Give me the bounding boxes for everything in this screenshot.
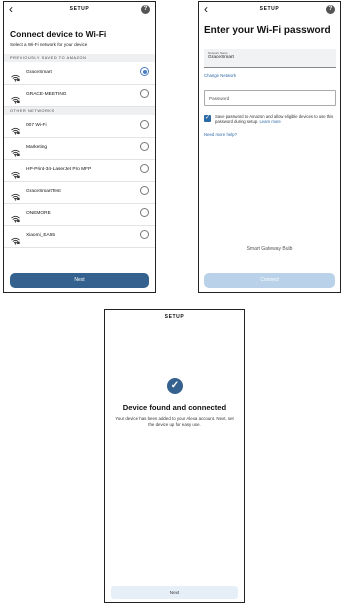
wifi-password-screen: ‹ SETUP ? Enter your Wi-Fi password Netw… (198, 1, 341, 293)
device-name: Smart Gateway Bulb (246, 246, 293, 252)
page-title: Device found and connected (122, 403, 227, 412)
network-radio-button[interactable] (140, 230, 149, 239)
header-title: SETUP (164, 314, 185, 320)
page-body: Your device has been added to your Alexa… (115, 416, 234, 427)
saved-networks-header: PREVIOUSLY SAVED TO AMAZON (4, 54, 155, 62)
network-radio-button[interactable] (140, 208, 149, 217)
page-title: Enter your Wi-Fi password (204, 25, 331, 36)
need-help-link[interactable]: Need more help? (204, 132, 237, 137)
help-icon[interactable]: ? (141, 5, 150, 14)
network-list-item[interactable]: GraceSmart (4, 62, 155, 85)
wifi-lock-icon (11, 91, 20, 104)
wifi-lock-icon (11, 69, 20, 82)
network-name: Xiaomi_EA55 (26, 233, 56, 238)
network-name: GraceSmart (26, 70, 52, 75)
network-name: Marketing (26, 145, 48, 150)
password-placeholder: Password (209, 96, 230, 101)
network-name-field: Network Name GraceSmart (204, 49, 336, 68)
network-list-item[interactable]: HP-Print-34-LaserJet Pro MFP (4, 159, 155, 182)
page-title: Connect device to Wi-Fi (10, 29, 107, 39)
header-title: SETUP (259, 6, 280, 12)
network-radio-button[interactable] (140, 89, 149, 98)
header-title: SETUP (69, 6, 90, 12)
change-network-link[interactable]: Change Network (204, 73, 236, 78)
network-name: 007 Wi-Fi (26, 123, 47, 128)
other-networks-header: OTHER NETWORKS (4, 107, 155, 115)
network-list-item[interactable]: GraceSmartTest (4, 181, 155, 204)
network-radio-button[interactable] (140, 164, 149, 173)
network-list-item[interactable]: 007 Wi-Fi (4, 115, 155, 138)
network-list-item[interactable]: ONEMORE (4, 203, 155, 226)
network-list-item[interactable]: GRACE-MEETING (4, 84, 155, 107)
wifi-lock-icon (11, 188, 20, 201)
network-name: ONEMORE (26, 211, 51, 216)
wifi-lock-icon (11, 210, 20, 223)
device-connected-screen: SETUP ✓ Device found and connected Your … (104, 309, 245, 603)
page-subtitle: Select a Wi-Fi network for your device (10, 42, 88, 47)
wifi-lock-icon (11, 144, 20, 157)
wifi-select-screen: ‹ SETUP ? Connect device to Wi-Fi Select… (3, 1, 156, 293)
header: ‹ SETUP ? (4, 2, 155, 18)
network-name: HP-Print-34-LaserJet Pro MFP (26, 167, 92, 172)
connect-button[interactable]: Connect (204, 273, 335, 288)
wifi-lock-icon (11, 166, 20, 179)
network-list-item[interactable]: Marketing (4, 137, 155, 160)
network-radio-button[interactable] (140, 120, 149, 129)
header: ‹ SETUP ? (199, 2, 340, 18)
next-button[interactable]: Next (111, 586, 238, 599)
wifi-lock-icon (11, 232, 20, 245)
network-list-item[interactable]: Xiaomi_EA55 (4, 225, 155, 248)
check-circle-icon: ✓ (167, 378, 183, 394)
network-radio-button[interactable] (140, 67, 149, 76)
header: SETUP (105, 310, 244, 326)
network-name: GraceSmartTest (26, 189, 61, 194)
help-icon[interactable]: ? (326, 5, 335, 14)
wifi-lock-icon (11, 122, 20, 135)
save-password-label: Save password to Amazon and allow eligib… (215, 114, 334, 125)
network-radio-button[interactable] (140, 186, 149, 195)
learn-more-link[interactable]: Learn more (259, 119, 280, 124)
network-name-value: GraceSmart (208, 55, 234, 60)
next-button[interactable]: Next (10, 273, 149, 288)
network-radio-button[interactable] (140, 142, 149, 151)
password-input[interactable]: Password (204, 90, 336, 106)
network-name: GRACE-MEETING (26, 92, 67, 97)
save-password-checkbox[interactable]: ✓ (204, 115, 211, 122)
